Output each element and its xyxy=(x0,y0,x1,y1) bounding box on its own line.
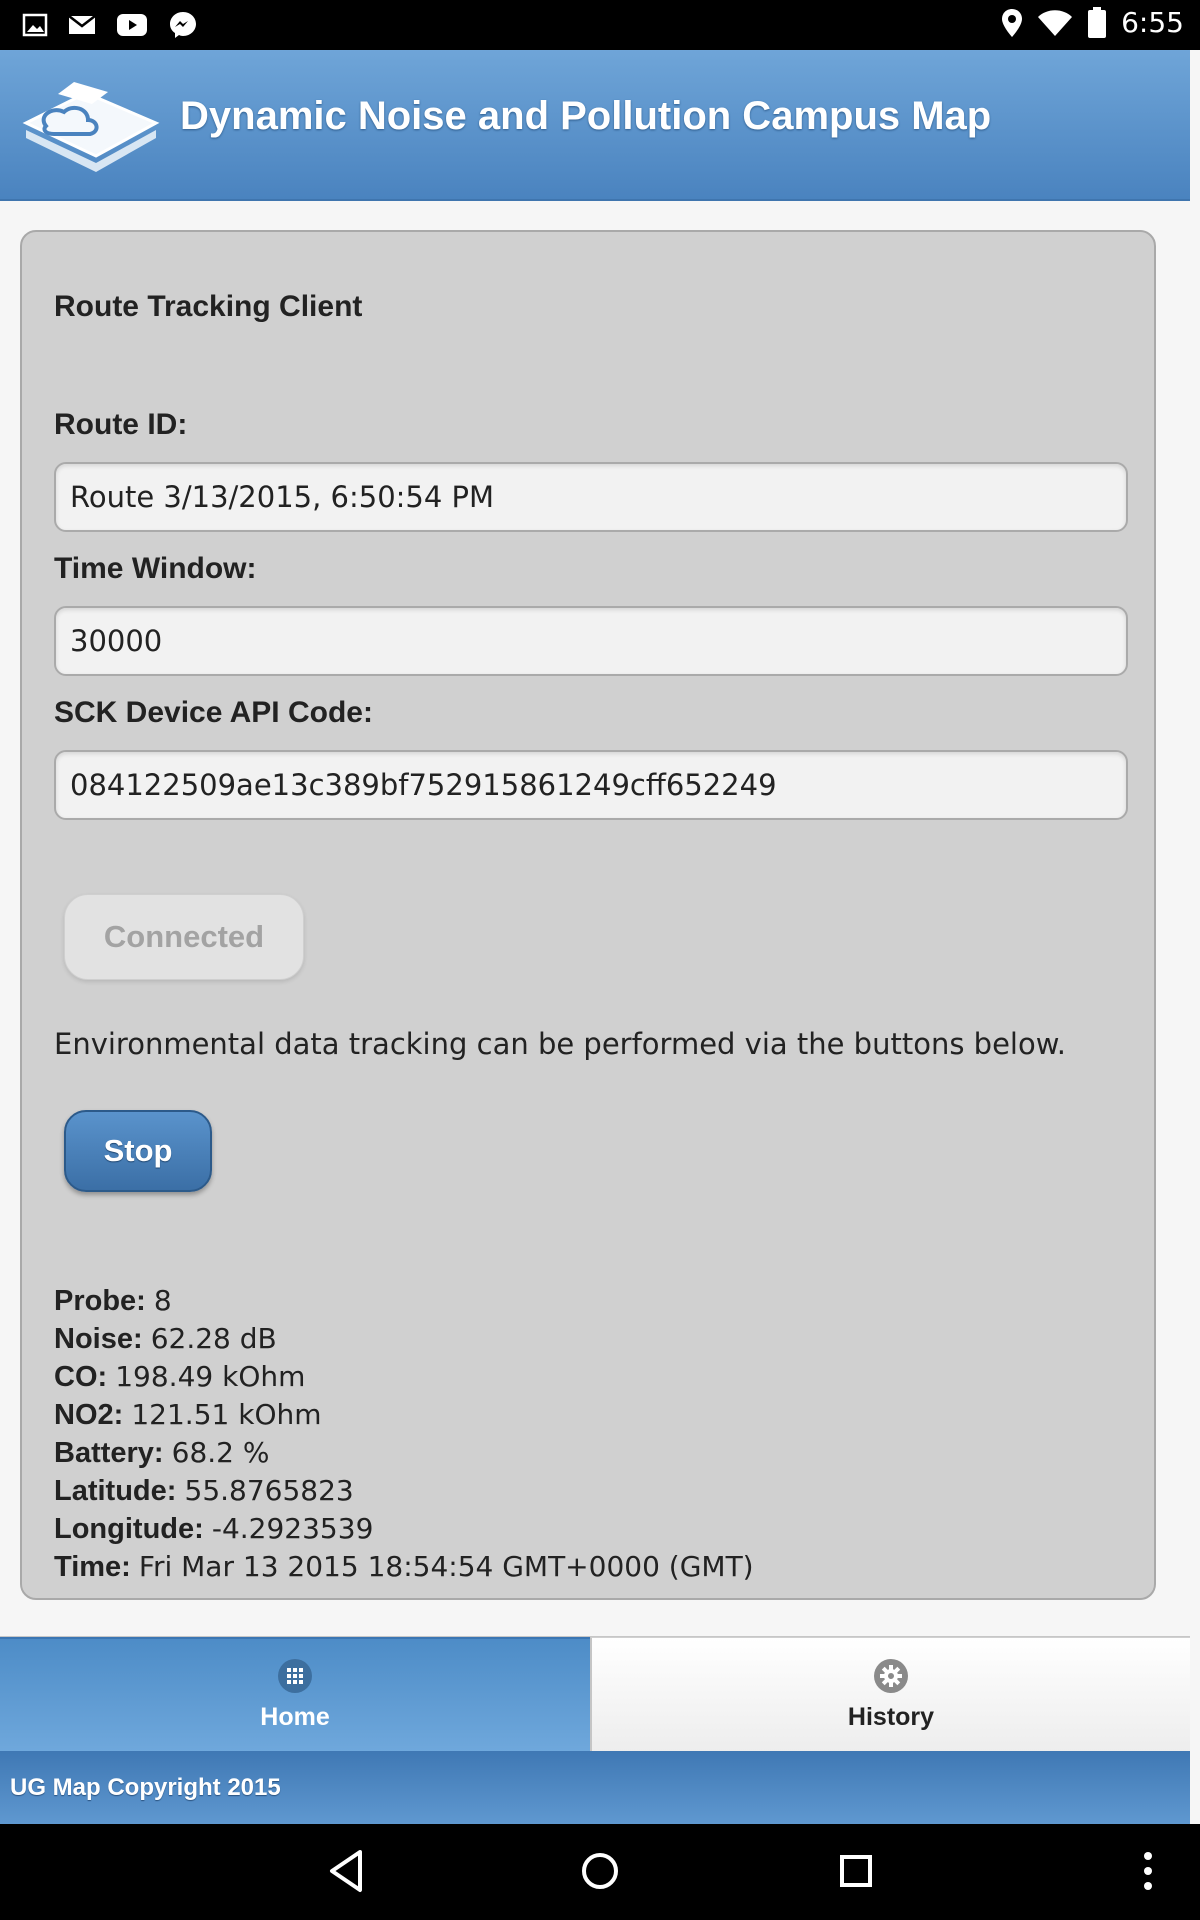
reading-noise: Noise: 62.28 dB xyxy=(54,1322,277,1355)
tracking-info-text: Environmental data tracking can be perfo… xyxy=(54,1027,1066,1061)
messenger-icon xyxy=(170,12,196,38)
overflow-menu-icon[interactable] xyxy=(1136,1848,1160,1894)
grid-icon xyxy=(278,1659,312,1693)
android-nav-bar xyxy=(0,1824,1200,1920)
api-code-label: SCK Device API Code: xyxy=(54,696,373,729)
home-circle-icon[interactable] xyxy=(580,1848,620,1894)
notification-icons xyxy=(22,10,198,40)
reading-probe: Probe: 8 xyxy=(54,1284,172,1317)
page-footer: UG Map Copyright 2015 xyxy=(0,1751,1190,1824)
time-window-input[interactable]: 30000 xyxy=(54,606,1128,676)
system-icons: 6:55 xyxy=(1001,6,1184,39)
tab-history[interactable]: History xyxy=(590,1637,1190,1752)
connected-button[interactable]: Connected xyxy=(64,894,304,980)
image-icon xyxy=(22,13,48,37)
copyright-text: UG Map Copyright 2015 xyxy=(10,1773,281,1801)
recent-apps-icon[interactable] xyxy=(836,1848,876,1894)
location-icon xyxy=(1002,8,1023,37)
cloud-sensor-logo-icon xyxy=(22,82,160,172)
mail-icon xyxy=(68,15,96,34)
tab-history-label: History xyxy=(847,1702,935,1731)
stop-button[interactable]: Stop xyxy=(64,1110,212,1192)
time-window-label: Time Window: xyxy=(54,552,257,585)
sensor-readings: Probe: 8 Noise: 62.28 dB CO: 198.49 kOhm… xyxy=(54,1282,754,1586)
reading-longitude: Longitude: -4.2923539 xyxy=(54,1512,374,1545)
reading-latitude: Latitude: 55.8765823 xyxy=(54,1474,354,1507)
card-title: Route Tracking Client xyxy=(54,290,363,323)
reading-battery: Battery: 68.2 % xyxy=(54,1436,270,1469)
reading-time: Time: Fri Mar 13 2015 18:54:54 GMT+0000 … xyxy=(54,1550,754,1583)
api-code-input[interactable]: 084122509ae13c389bf752915861249cff652249 xyxy=(54,750,1128,820)
reading-no2: NO2: 121.51 kOhm xyxy=(54,1398,322,1431)
youtube-icon xyxy=(117,14,147,36)
tab-home[interactable]: Home xyxy=(0,1637,590,1752)
bottom-navbar: Home History xyxy=(0,1636,1190,1752)
reading-co: CO: 198.49 kOhm xyxy=(54,1360,306,1393)
wifi-icon xyxy=(1038,9,1073,36)
route-id-input[interactable]: Route 3/13/2015, 6:50:54 PM xyxy=(54,462,1128,532)
route-tracking-card: Route Tracking Client Route ID: Route 3/… xyxy=(20,230,1156,1600)
back-icon[interactable] xyxy=(326,1848,366,1894)
gear-icon xyxy=(874,1658,908,1693)
app-header: Dynamic Noise and Pollution Campus Map xyxy=(0,50,1190,201)
tab-home-label: Home xyxy=(260,1703,330,1731)
battery-icon xyxy=(1088,6,1107,38)
page-title: Dynamic Noise and Pollution Campus Map xyxy=(180,94,992,138)
status-bar: 6:55 xyxy=(0,0,1200,50)
clock: 6:55 xyxy=(1121,6,1184,39)
route-id-label: Route ID: xyxy=(54,408,188,441)
